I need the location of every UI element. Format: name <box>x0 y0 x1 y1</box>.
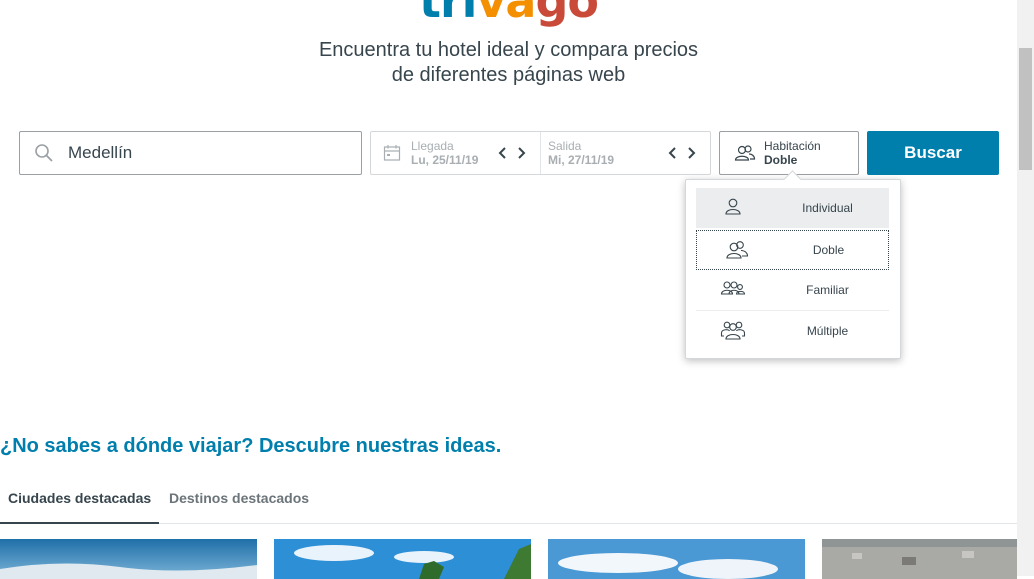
city-photo <box>822 539 1017 579</box>
city-photo <box>0 539 257 579</box>
checkout-value: Mi, 27/11/19 <box>548 153 615 167</box>
room-type-dropdown: Individual Doble Familiar Múltiple <box>685 179 901 359</box>
room-option-label: Doble <box>812 243 845 257</box>
search-button[interactable]: Buscar <box>867 131 999 175</box>
chevron-left-icon[interactable] <box>666 144 678 162</box>
room-option-doble[interactable]: Doble <box>696 230 889 270</box>
chevron-left-icon[interactable] <box>496 144 508 162</box>
ideas-heading: ¿No sabes a dónde viajar? Descubre nuest… <box>0 435 502 457</box>
two-people-icon <box>734 145 756 161</box>
room-value: Doble <box>764 153 798 167</box>
calendar-icon <box>383 145 401 161</box>
checkout-label: Salida <box>548 139 582 153</box>
page-scrollbar[interactable] <box>1017 0 1034 576</box>
destinations-tabs: Ciudades destacadas Destinos destacados <box>0 478 1017 524</box>
logo-part-3: go <box>535 0 599 28</box>
trivago-logo[interactable]: trivago <box>0 0 1017 24</box>
logo-part-2: va <box>476 0 536 28</box>
room-option-label: Individual <box>802 201 853 215</box>
destination-search[interactable] <box>19 131 362 175</box>
city-card-image[interactable] <box>822 539 1017 579</box>
city-photo <box>548 539 805 579</box>
city-card-image[interactable] <box>548 539 805 579</box>
city-card-image[interactable] <box>274 539 531 579</box>
checkout-field[interactable]: Salida Mi, 27/11/19 <box>540 132 710 174</box>
room-option-individual[interactable]: Individual <box>696 188 889 228</box>
room-option-multiple[interactable]: Múltiple <box>696 311 889 351</box>
logo-part-1: tri <box>418 0 477 28</box>
tab-ciudades-destacadas[interactable]: Ciudades destacadas <box>0 478 160 524</box>
chevron-right-icon[interactable] <box>516 144 528 162</box>
scrollbar-thumb[interactable] <box>1019 48 1032 170</box>
tab-destinos-destacados[interactable]: Destinos destacados <box>161 478 317 522</box>
city-photo <box>274 539 531 579</box>
chevron-right-icon[interactable] <box>686 144 698 162</box>
tagline-line-1: Encuentra tu hotel ideal y compara preci… <box>318 39 699 61</box>
date-picker[interactable]: Llegada Lu, 25/11/19 Salida Mi, 27/11/19 <box>370 131 711 175</box>
tagline: Encuentra tu hotel ideal y compara preci… <box>0 38 1017 88</box>
room-option-label: Múltiple <box>806 324 849 338</box>
room-option-familiar[interactable]: Familiar <box>696 270 889 310</box>
room-type-button[interactable]: Habitación Doble <box>719 131 859 175</box>
checkin-field[interactable]: Llegada Lu, 25/11/19 <box>371 132 540 174</box>
search-icon <box>35 144 53 162</box>
tagline-line-2: de diferentes páginas web <box>391 64 626 86</box>
destination-input[interactable] <box>66 142 350 164</box>
room-option-label: Familiar <box>806 283 849 297</box>
city-card-image[interactable] <box>0 539 257 579</box>
room-label: Habitación <box>764 139 821 153</box>
